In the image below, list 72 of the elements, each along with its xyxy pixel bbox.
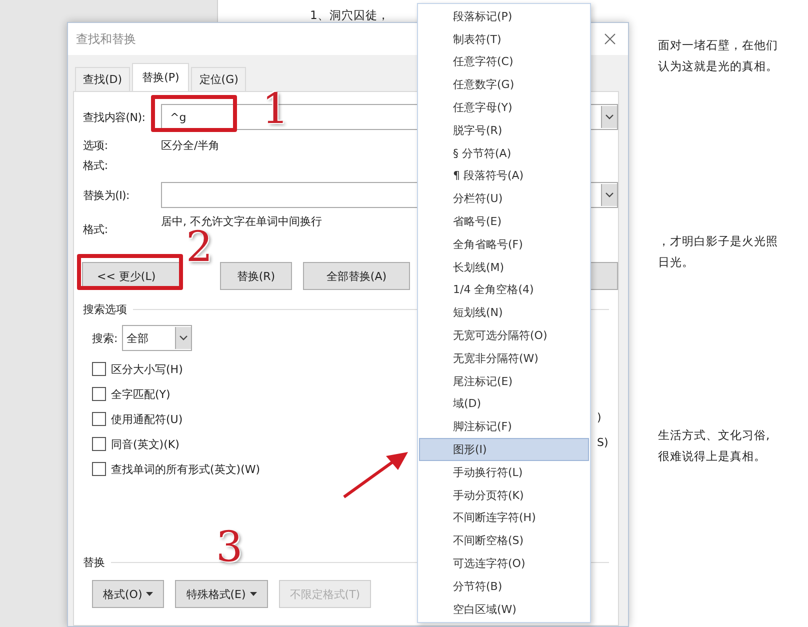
replace-all-button[interactable]: 全部替换(A)	[303, 262, 410, 290]
checkbox-label: 使用通配符(U)	[111, 412, 183, 426]
format-value: 居中, 不允许文字在单词中间换行	[161, 214, 322, 229]
document-text: 很难说得上是真相。	[658, 449, 766, 464]
caret-icon	[146, 592, 154, 596]
menu-item[interactable]: 图形(I)	[419, 438, 589, 461]
menu-item[interactable]: 段落标记(P)	[419, 5, 589, 28]
checkbox-label: 查找单词的所有形式(英文)(W)	[111, 462, 260, 476]
checkbox[interactable]	[92, 387, 106, 401]
menu-item[interactable]: 任意字符(C)	[419, 50, 589, 74]
tab[interactable]: 定位(G)	[191, 67, 246, 91]
menu-item[interactable]: 任意数字(G)	[419, 73, 589, 96]
menu-item[interactable]: 分栏符(U)	[419, 187, 589, 210]
close-icon[interactable]	[604, 33, 616, 45]
document-text: 认为这就是光的真相。	[658, 59, 778, 74]
menu-item[interactable]: 制表符(T)	[419, 28, 589, 51]
search-label: 搜索:	[92, 330, 118, 346]
options-value: 区分全/半角	[161, 138, 220, 152]
caret-icon	[250, 592, 257, 596]
arrow-icon	[342, 450, 410, 500]
menu-item[interactable]: 无宽非分隔符(W)	[419, 346, 589, 370]
menu-item[interactable]: 1/4 全角空格(4)	[419, 278, 589, 302]
checkbox-label: )	[597, 411, 602, 424]
document-text: 面对一堵石壁，在他们	[658, 38, 778, 53]
tab[interactable]: 查找(D)	[75, 67, 130, 91]
field-value: ^g	[169, 110, 186, 124]
document-text: ，才明白影子是火光照	[658, 234, 778, 249]
format-button[interactable]: 特殊格式(E)	[175, 580, 268, 608]
step-number: 2	[186, 226, 213, 268]
tab[interactable]: 替换(P)	[132, 63, 190, 92]
checkbox[interactable]	[92, 412, 106, 426]
checkbox-label: 同音(英文)(K)	[111, 436, 180, 452]
step-number: 3	[216, 526, 243, 568]
menu-item[interactable]: 手动分页符(K)	[419, 484, 589, 507]
section-heading: 搜索选项	[83, 302, 127, 317]
checkbox[interactable]	[92, 462, 106, 476]
document-text: 生活方式、文化习俗,	[658, 428, 770, 443]
field-label: 替换为(I):	[83, 188, 130, 202]
menu-item[interactable]: § 分节符(A)	[419, 142, 589, 165]
menu-item[interactable]: ¶ 段落符号(A)	[419, 164, 589, 188]
menu-item[interactable]: 空白区域(W)	[419, 598, 589, 621]
menu-item[interactable]: 全角省略号(F)	[419, 232, 589, 256]
menu-item[interactable]: 脚注标记(F)	[419, 415, 589, 438]
format-label: 格式:	[83, 222, 109, 237]
checkbox-label: 全字匹配(Y)	[111, 386, 170, 402]
menu-item[interactable]: 长划线(M)	[419, 256, 589, 279]
menu-item[interactable]: 域(D)	[419, 392, 589, 416]
dialog-title: 查找和替换	[76, 30, 136, 48]
menu-item[interactable]: 尾注标记(E)	[419, 370, 589, 393]
checkbox-label: S)	[597, 436, 608, 449]
checkbox[interactable]	[92, 362, 106, 376]
format-button: 不限定格式(T)	[278, 580, 372, 608]
format-label: 格式:	[83, 158, 109, 172]
search-dropdown[interactable]: 全部	[122, 325, 192, 351]
menu-item[interactable]: 分节符(B)	[419, 574, 589, 598]
options-label: 选项:	[83, 138, 109, 152]
format-button[interactable]: 格式(O)	[92, 580, 164, 608]
document-text: 日光。	[658, 255, 694, 270]
document-text: 1、洞穴囚徒，	[310, 8, 390, 23]
field-label: 查找内容(N):	[83, 110, 146, 124]
checkbox-label: 区分大小写(H)	[111, 362, 183, 376]
section-heading: 替换	[83, 555, 105, 570]
replace-button[interactable]: 替换(R)	[220, 262, 292, 290]
menu-item[interactable]: 省略号(E)	[419, 210, 589, 233]
menu-item[interactable]: 不间断连字符(H)	[419, 506, 589, 530]
menu-item[interactable]: 无宽可选分隔符(O)	[419, 324, 589, 347]
menu-item[interactable]: 可选连字符(O)	[419, 552, 589, 575]
checkbox[interactable]	[92, 437, 106, 451]
menu-item[interactable]: 短划线(N)	[419, 301, 589, 324]
menu-item[interactable]: 手动换行符(L)	[419, 460, 589, 484]
dropdown-value: 全部	[126, 330, 149, 346]
menu-item[interactable]: 不间断空格(S)	[419, 529, 589, 552]
